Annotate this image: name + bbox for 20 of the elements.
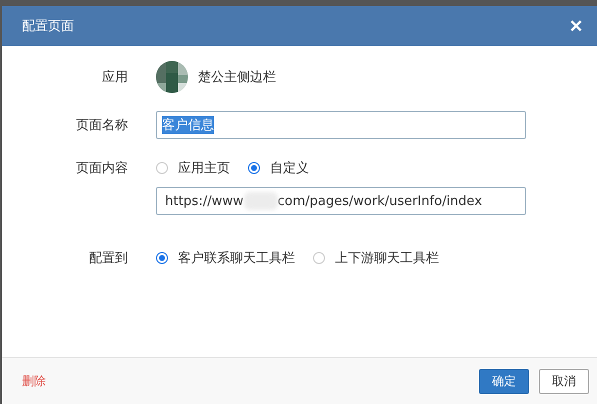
radio-button[interactable] [248,162,260,174]
confirm-button[interactable]: 确定 [479,368,529,394]
radio-button[interactable] [313,252,325,264]
dialog-title: 配置页面 [22,18,74,35]
radio-button[interactable] [156,162,168,174]
field-label: 页面名称 [75,117,128,134]
radio-button[interactable] [156,252,168,264]
radio-option[interactable]: 客户联系聊天工具栏 [156,249,295,267]
field-label: 页面内容 [75,160,128,177]
delete-link[interactable]: 删除 [22,372,46,390]
radio-option[interactable]: 应用主页 [156,159,230,177]
field-label: 配置到 [88,250,128,267]
radio-option[interactable]: 自定义 [248,159,309,177]
url-field[interactable]: https://www com/pages/work/userInfo/index [156,187,526,215]
close-button[interactable]: ✕ [569,16,583,36]
input-field[interactable]: 客户信息 [156,111,526,139]
radio-option[interactable]: 上下游聊天工具栏 [313,249,439,267]
cancel-button[interactable]: 取消 [539,368,589,394]
app-name: 楚公主侧边栏 [198,69,276,86]
field-label: 应用 [101,69,128,86]
